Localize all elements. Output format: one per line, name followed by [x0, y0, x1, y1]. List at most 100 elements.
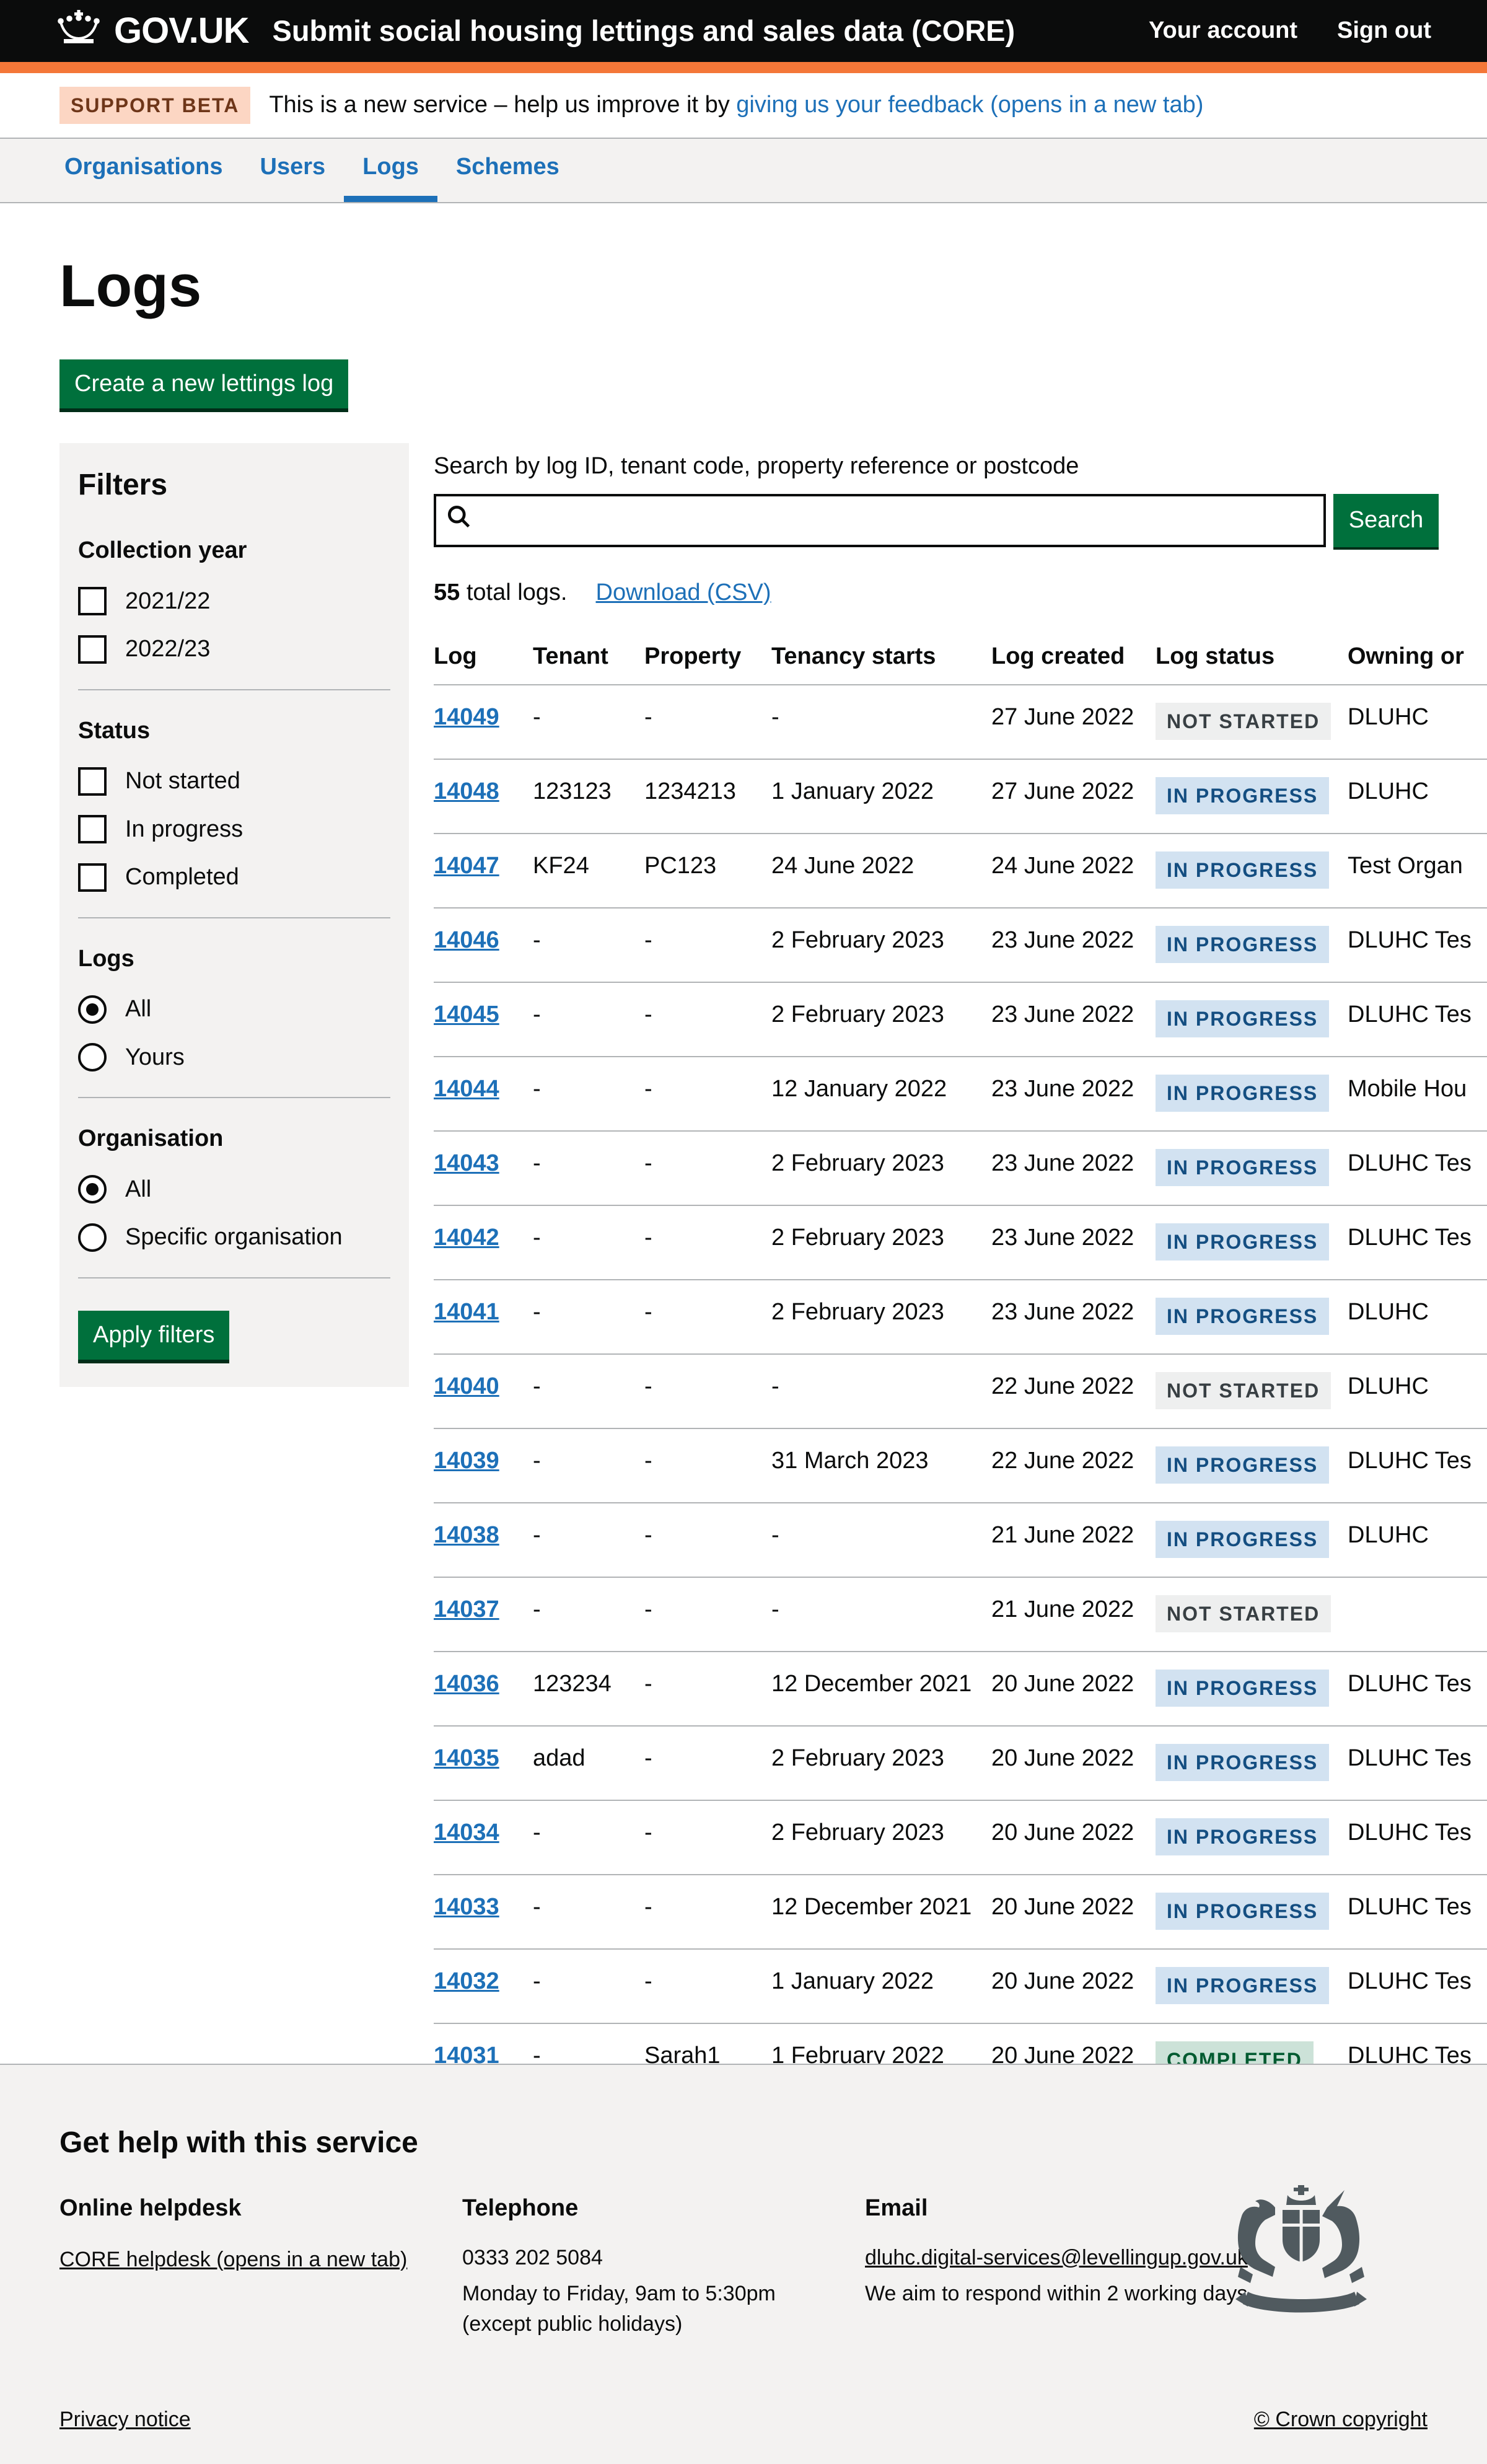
footer-col-online-helpdesk: Online helpdesk CORE helpdesk (opens in …: [59, 2194, 462, 2347]
search-button[interactable]: Search: [1333, 494, 1439, 547]
status-tag: In progress: [1156, 1893, 1329, 1930]
log-id-link[interactable]: 14034: [434, 1819, 499, 1846]
log-id-link[interactable]: 14041: [434, 1299, 499, 1325]
tenancy-starts-cell: 2 February 2023: [771, 982, 991, 1057]
nav-item-logs[interactable]: Logs: [344, 139, 437, 202]
log-created-cell: 20 June 2022: [991, 1949, 1156, 2023]
results-count-row: 55 total logs. Download (CSV): [434, 578, 1487, 608]
log-id-link[interactable]: 14036: [434, 1671, 499, 1697]
log-id-cell: 14041: [434, 1280, 533, 1354]
govuk-header: GOV.UK Submit social housing lettings an…: [0, 0, 1487, 73]
log-status-cell: In progress: [1156, 759, 1348, 834]
property-cell: -: [644, 1280, 771, 1354]
tenant-cell: KF24: [533, 834, 644, 908]
govuk-logotype: GOV.UK: [114, 9, 248, 54]
page-title: Logs: [59, 249, 1487, 323]
checkbox-2022-23[interactable]: [78, 635, 107, 664]
tenant-cell: -: [533, 908, 644, 982]
create-lettings-log-button[interactable]: Create a new lettings log: [59, 359, 348, 408]
property-cell: 1234213: [644, 759, 771, 834]
log-id-link[interactable]: 14042: [434, 1225, 499, 1251]
sign-out-link[interactable]: Sign out: [1337, 16, 1431, 46]
col-header-log-created: Log created: [991, 632, 1156, 685]
owning-organisation-cell: DLUHC Tes: [1348, 1131, 1487, 1205]
log-created-cell: 21 June 2022: [991, 1503, 1156, 1577]
nav-item-schemes[interactable]: Schemes: [437, 139, 578, 202]
log-id-cell: 14034: [434, 1800, 533, 1875]
log-status-cell: In progress: [1156, 982, 1348, 1057]
crown-icon: [56, 9, 102, 54]
tenancy-starts-cell: 1 January 2022: [771, 759, 991, 834]
nav-item-organisations[interactable]: Organisations: [46, 139, 242, 202]
status-tag: In progress: [1156, 1818, 1329, 1855]
owning-organisation-cell: DLUHC Tes: [1348, 1949, 1487, 2023]
log-id-link[interactable]: 14035: [434, 1745, 499, 1771]
checkbox-completed[interactable]: [78, 863, 107, 892]
checkbox-not-started[interactable]: [78, 767, 107, 796]
checkbox-2021-22[interactable]: [78, 587, 107, 615]
log-status-cell: In progress: [1156, 1057, 1348, 1131]
log-id-link[interactable]: 14040: [434, 1373, 499, 1399]
owning-organisation-cell: DLUHC Tes: [1348, 982, 1487, 1057]
your-account-link[interactable]: Your account: [1149, 16, 1297, 46]
log-id-link[interactable]: 14032: [434, 1968, 499, 1994]
log-id-cell: 14044: [434, 1057, 533, 1131]
log-status-cell: In progress: [1156, 1280, 1348, 1354]
nav-item-users[interactable]: Users: [242, 139, 344, 202]
log-id-link[interactable]: 14037: [434, 1596, 499, 1622]
property-cell: -: [644, 1057, 771, 1131]
status-tag: In progress: [1156, 1298, 1329, 1335]
table-row: 14042--2 February 202323 June 2022In pro…: [434, 1205, 1487, 1280]
property-cell: -: [644, 1652, 771, 1726]
search-input[interactable]: [472, 496, 1315, 545]
log-id-link[interactable]: 14038: [434, 1522, 499, 1548]
log-status-cell: In progress: [1156, 1503, 1348, 1577]
log-status-cell: In progress: [1156, 1800, 1348, 1875]
tenant-cell: -: [533, 1503, 644, 1577]
filters-divider: [78, 689, 390, 690]
log-id-cell: 14037: [434, 1577, 533, 1652]
radio-organisation-all[interactable]: [78, 1175, 107, 1203]
feedback-link[interactable]: giving us your feedback (opens in a new …: [736, 92, 1203, 118]
download-csv-link[interactable]: Download (CSV): [596, 578, 771, 608]
log-id-cell: 14045: [434, 982, 533, 1057]
header-logo[interactable]: GOV.UK Submit social housing lettings an…: [56, 9, 1015, 54]
status-tag: In progress: [1156, 1223, 1329, 1261]
checkbox-in-progress[interactable]: [78, 815, 107, 843]
property-cell: -: [644, 1800, 771, 1875]
apply-filters-button[interactable]: Apply filters: [78, 1311, 229, 1360]
log-id-link[interactable]: 14046: [434, 927, 499, 953]
email-link[interactable]: dluhc.digital-services@levellingup.gov.u…: [865, 2246, 1248, 2269]
status-tag: In progress: [1156, 1149, 1329, 1186]
tenant-cell: 123123: [533, 759, 644, 834]
log-id-link[interactable]: 14049: [434, 704, 499, 730]
header-account-nav: Your account Sign out: [1149, 16, 1431, 46]
log-id-link[interactable]: 14043: [434, 1150, 499, 1176]
log-id-link[interactable]: 14033: [434, 1894, 499, 1920]
search-icon: [445, 503, 472, 538]
log-id-link[interactable]: 14047: [434, 853, 499, 879]
log-id-link[interactable]: 14044: [434, 1076, 499, 1102]
tenancy-starts-cell: 2 February 2023: [771, 908, 991, 982]
log-id-link[interactable]: 14048: [434, 778, 499, 804]
owning-organisation-cell: DLUHC Tes: [1348, 1652, 1487, 1726]
core-helpdesk-link[interactable]: CORE helpdesk (opens in a new tab): [59, 2248, 407, 2271]
radio-logs-all[interactable]: [78, 995, 107, 1024]
crown-copyright-link[interactable]: © Crown copyright: [1254, 2406, 1428, 2433]
property-cell: -: [644, 1131, 771, 1205]
owning-organisation-cell: DLUHC Tes: [1348, 1875, 1487, 1949]
log-id-link[interactable]: 14039: [434, 1448, 499, 1474]
tenancy-starts-cell: -: [771, 1354, 991, 1428]
col-header-owning-organisation: Owning or: [1348, 632, 1487, 685]
search-box: [434, 494, 1326, 547]
tenancy-starts-cell: 12 January 2022: [771, 1057, 991, 1131]
privacy-notice-link[interactable]: Privacy notice: [59, 2406, 191, 2433]
log-id-link[interactable]: 14045: [434, 1001, 499, 1027]
log-id-cell: 14032: [434, 1949, 533, 2023]
table-header-row: Log Tenant Property Tenancy starts Log c…: [434, 632, 1487, 685]
total-logs-text: 55 total logs.: [434, 578, 568, 608]
radio-organisation-specific[interactable]: [78, 1223, 107, 1252]
log-id-cell: 14047: [434, 834, 533, 908]
radio-logs-yours[interactable]: [78, 1043, 107, 1071]
checkbox-label: 2021/22: [125, 587, 210, 617]
